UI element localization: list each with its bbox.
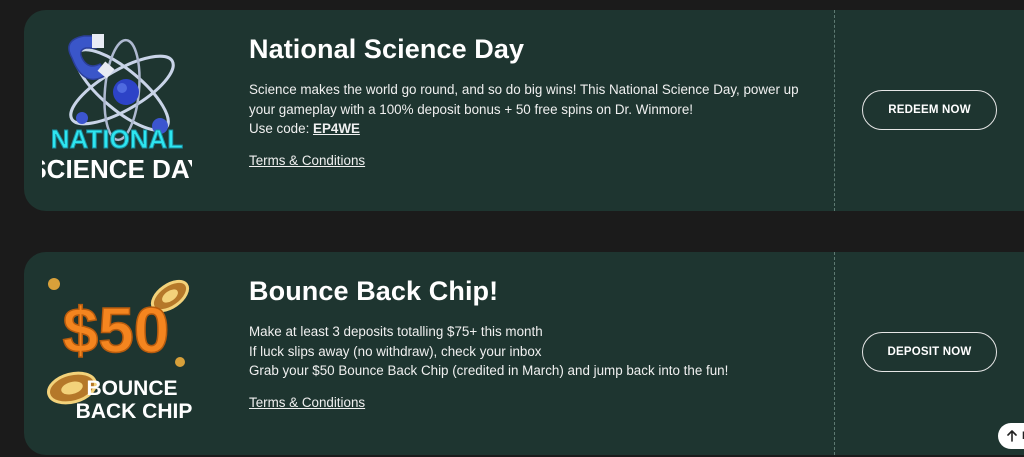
- promo-title: Bounce Back Chip!: [249, 276, 499, 306]
- terms-link[interactable]: Terms & Conditions: [249, 153, 365, 168]
- atom-magnet-icon: NATIONAL SCIENCE DAY: [42, 34, 192, 184]
- art-text-bounce: BOUNCE: [86, 377, 177, 400]
- description-line: Science makes the world go round, and so…: [249, 82, 799, 97]
- description-line: Make at least 3 deposits totalling $75+ …: [249, 324, 543, 339]
- promo-description: Science makes the world go round, and so…: [249, 80, 799, 139]
- arrow-up-icon: [1007, 430, 1017, 442]
- art-text-amount: $50: [63, 294, 170, 366]
- deposit-now-button[interactable]: DEPOSIT NOW: [862, 332, 997, 372]
- dashed-divider: [834, 252, 835, 455]
- casino-chip-icon: $50 BOUNCE BACK CHIP: [47, 278, 192, 423]
- promo-art-science-day: NATIONAL SCIENCE DAY: [42, 28, 192, 193]
- redeem-now-button[interactable]: REDEEM NOW: [862, 90, 997, 130]
- promo-content: Bounce Back Chip! Make at least 3 deposi…: [249, 274, 728, 412]
- description-line: If luck slips away (no withdraw), check …: [249, 343, 542, 359]
- promo-card-national-science-day: NATIONAL SCIENCE DAY National Science Da…: [24, 10, 1024, 211]
- back-to-top-button[interactable]: B: [998, 423, 1024, 449]
- art-text-back-chip: BACK CHIP: [76, 400, 192, 423]
- promo-description: Make at least 3 deposits totalling $75+ …: [249, 322, 728, 381]
- description-line: your gameplay with a 100% deposit bonus …: [249, 101, 693, 117]
- promo-code[interactable]: EP4WE: [313, 121, 360, 136]
- code-label: Use code:: [249, 121, 314, 136]
- promo-content: National Science Day Science makes the w…: [249, 32, 799, 170]
- description-line: Grab your $50 Bounce Back Chip (credited…: [249, 363, 729, 378]
- promo-card-bounce-back-chip: $50 BOUNCE BACK CHIP Bounce Back Chip! M…: [24, 252, 1024, 455]
- promo-art-bounce-back-chip: $50 BOUNCE BACK CHIP: [42, 270, 192, 435]
- art-text-science-day: SCIENCE DAY: [42, 154, 192, 184]
- promo-title: National Science Day: [249, 34, 525, 64]
- dashed-divider: [834, 10, 835, 211]
- art-text-national: NATIONAL: [51, 124, 184, 154]
- terms-link[interactable]: Terms & Conditions: [249, 395, 365, 410]
